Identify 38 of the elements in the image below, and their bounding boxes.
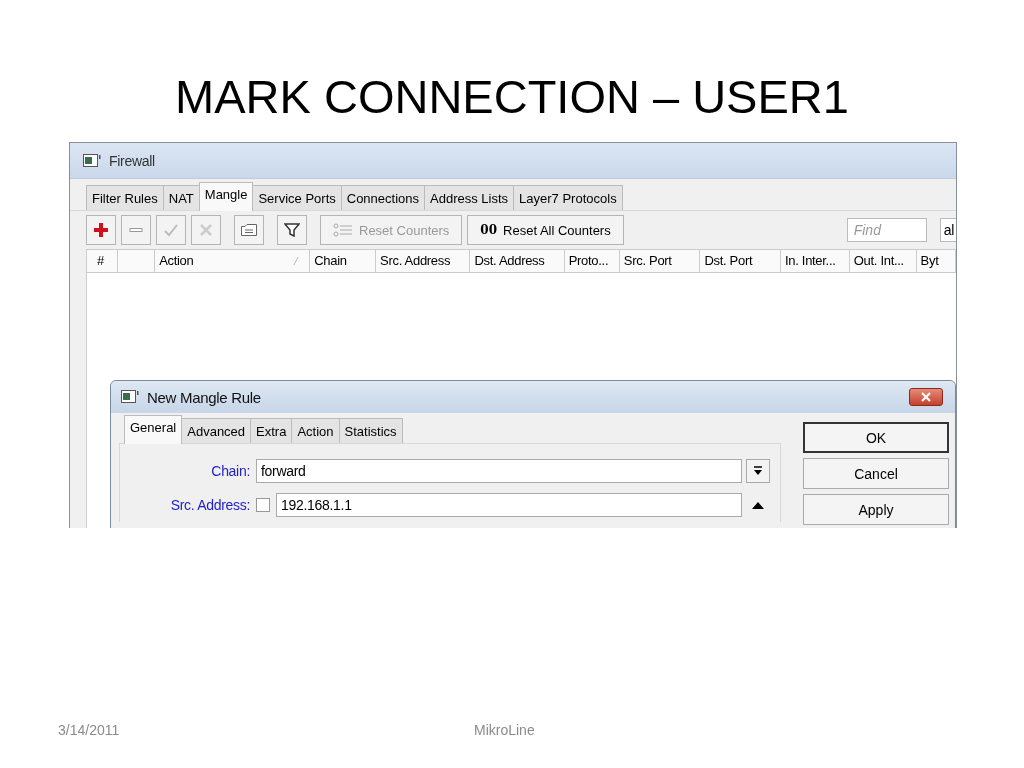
column-header[interactable]: Dst. Port — [700, 250, 781, 272]
column-header[interactable]: Src. Port — [619, 250, 701, 272]
text-field[interactable]: 192.168.1.1 — [276, 493, 742, 517]
column-header[interactable]: In. Inter... — [780, 250, 850, 272]
field-label: Src. Address: — [169, 497, 251, 513]
find-field[interactable]: Find — [846, 218, 927, 242]
tab[interactable]: Service Ports — [252, 185, 342, 210]
tab[interactable]: Mangle — [198, 182, 254, 211]
tab[interactable]: Action — [291, 418, 340, 443]
column-header[interactable]: Byt — [916, 250, 956, 272]
text-field[interactable]: forward — [256, 459, 742, 483]
tab[interactable]: Address Lists — [424, 185, 515, 210]
dialog-button[interactable]: Apply — [803, 494, 949, 525]
tab[interactable]: Advanced — [181, 418, 252, 443]
column-header[interactable]: Action — [155, 250, 311, 272]
window-title: Firewall — [109, 152, 155, 169]
column-header[interactable]: # — [87, 250, 118, 272]
tab[interactable]: General — [124, 415, 183, 444]
field-label: Chain: — [210, 463, 251, 479]
dialog-button[interactable]: OK — [803, 422, 949, 453]
tab[interactable]: Extra — [250, 418, 293, 443]
filter-dropdown[interactable]: al — [939, 218, 956, 242]
tab[interactable]: Filter Rules — [86, 185, 164, 210]
slide-title: MARK CONNECTION – USER1 — [174, 69, 850, 125]
tab[interactable]: Layer7 Protocols — [513, 185, 623, 210]
tab[interactable]: NAT — [162, 185, 200, 210]
column-header[interactable]: Chain — [310, 250, 377, 272]
dialog-button[interactable]: Cancel — [803, 458, 949, 489]
footer-text: MikroLine — [474, 722, 535, 738]
column-header[interactable]: Proto... — [564, 250, 620, 272]
column-header[interactable]: Dst. Address — [470, 250, 565, 272]
dialog-title: New Mangle Rule — [147, 388, 261, 406]
tab[interactable]: Connections — [340, 185, 426, 210]
footer-date: 3/14/2011 — [58, 722, 120, 738]
column-header[interactable]: Out. Int... — [849, 250, 917, 272]
column-header[interactable]: Src. Address — [376, 250, 471, 272]
reset-all-counters-button[interactable]: 00 Reset All Counters — [467, 215, 624, 245]
tab[interactable]: Statistics — [338, 418, 403, 443]
